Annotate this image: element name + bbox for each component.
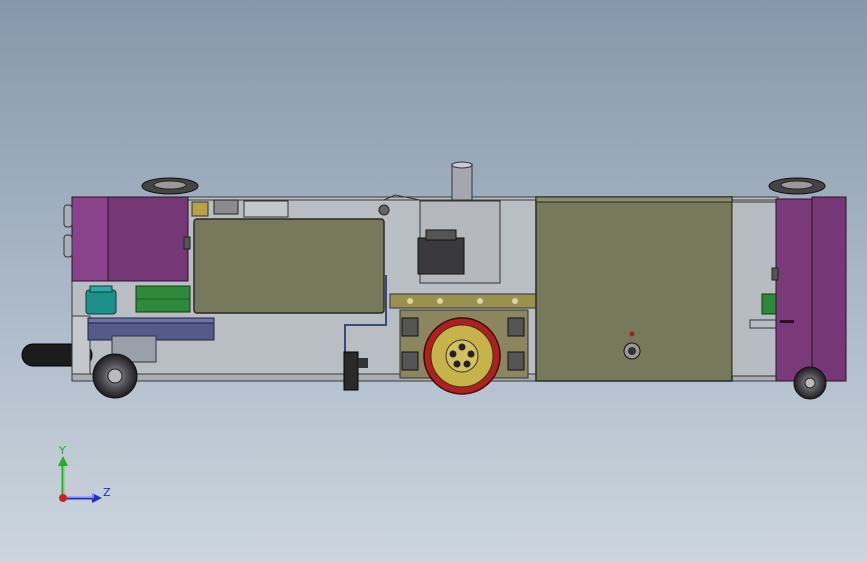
triad-plane <box>63 465 95 498</box>
plate-hole-4 <box>512 298 518 304</box>
battery-box <box>193 218 385 314</box>
left-base-plate-top <box>87 317 215 324</box>
motor-body <box>417 237 465 275</box>
plate-hole-2 <box>437 298 443 304</box>
mast-cylinder <box>451 163 473 201</box>
hub-bolt-2 <box>467 350 475 358</box>
agv-side-view: Y Z <box>21 161 847 503</box>
sensor-left-2 <box>63 234 73 258</box>
right-housing-port <box>771 267 779 281</box>
terminal-block <box>213 199 239 215</box>
plate-hole-1 <box>407 298 413 304</box>
top-roller-left-inner <box>153 180 187 190</box>
left-purple-housing <box>107 196 189 282</box>
left-purple-housing-front <box>71 196 109 282</box>
key-switch-inner <box>628 347 636 355</box>
spring-left-bottom <box>401 351 419 371</box>
bumper-mount <box>71 315 91 375</box>
teal-warning-light <box>85 289 117 315</box>
axis-label-y: Y <box>58 444 66 457</box>
hub-bolt-3 <box>463 360 471 368</box>
spring-right-bottom <box>507 351 525 371</box>
top-bracket <box>243 200 289 218</box>
cabinet-top-rail <box>535 196 733 203</box>
hub-bolt-1 <box>458 343 466 351</box>
left-caster-hub <box>107 368 123 384</box>
top-roller-right-inner <box>780 180 814 190</box>
right-section-panel <box>731 201 779 377</box>
axis-label-z: Z <box>103 486 111 499</box>
hub-bolt-4 <box>453 360 461 368</box>
motor-top <box>425 229 457 241</box>
indicator-led <box>629 331 635 337</box>
cable-clip <box>378 204 390 216</box>
yellow-clamp <box>191 201 209 217</box>
left-housing-port <box>183 236 191 250</box>
right-purple-housing <box>775 198 813 382</box>
right-housing-slot <box>780 320 794 323</box>
cad-viewport[interactable]: Y Z <box>0 0 867 562</box>
coordinate-triad-icon: Y Z <box>58 444 111 503</box>
mast-cap <box>451 161 473 169</box>
right-caster-hub <box>804 377 816 389</box>
plate-hole-3 <box>477 298 483 304</box>
sensor-left-1 <box>63 204 73 228</box>
spring-right-top <box>507 317 525 337</box>
teal-light-cap <box>89 285 113 293</box>
hub-bolt-5 <box>449 350 457 358</box>
support-bolt <box>358 358 368 368</box>
support-bracket <box>343 351 359 391</box>
right-purple-housing-end <box>811 196 847 382</box>
spring-left-top <box>401 317 419 337</box>
